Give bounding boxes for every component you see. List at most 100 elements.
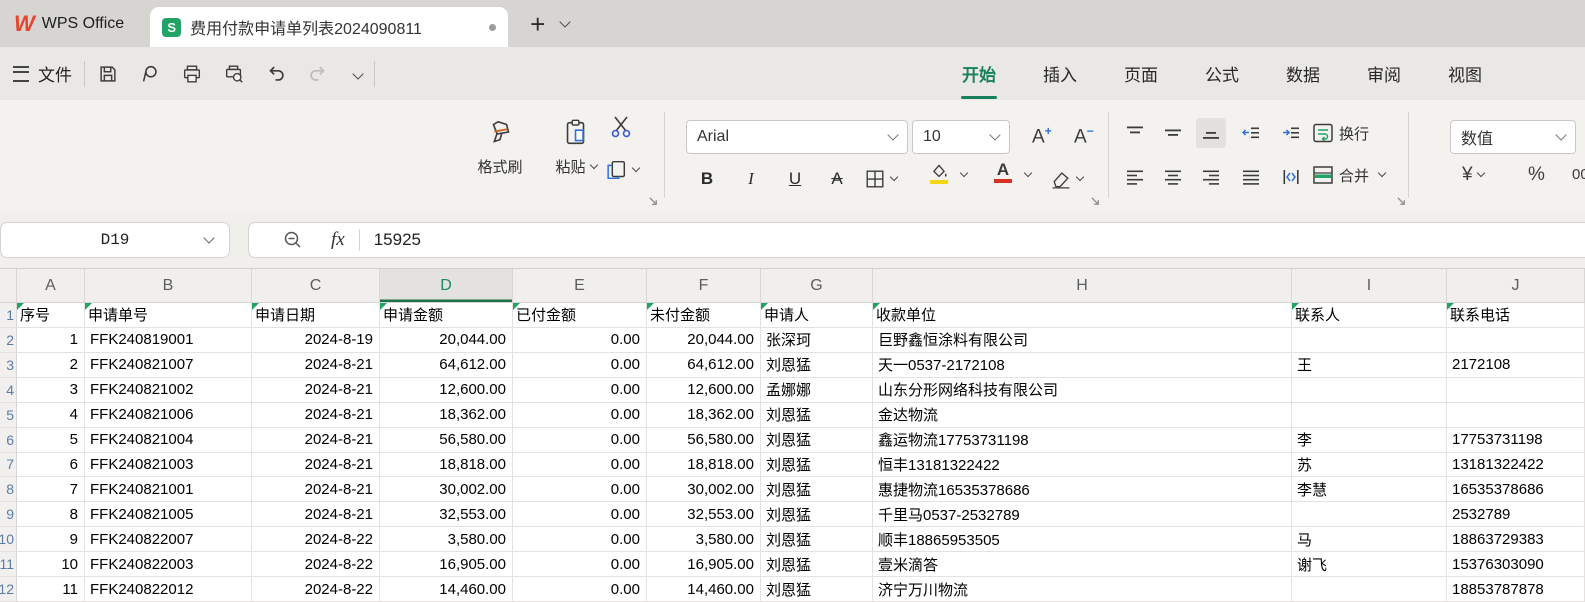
cell[interactable]: 64,612.00 [380,353,513,377]
cell[interactable]: 壹米滴答 [873,552,1292,576]
cell[interactable]: FFK240822007 [85,527,252,551]
row-header[interactable]: 9 [0,502,17,526]
comma-style-button[interactable]: 00 [1572,166,1585,184]
underline-button[interactable]: U [780,164,810,194]
cell[interactable]: 刘恩猛 [761,453,873,477]
strikethrough-button[interactable]: A [822,164,852,194]
cell[interactable]: 序号 [17,303,85,327]
cell[interactable]: 苏 [1292,453,1447,477]
cell[interactable]: 2024-8-19 [252,328,380,352]
cell[interactable]: 2 [17,353,85,377]
cell[interactable]: 申请人 [761,303,873,327]
cell[interactable]: 联系人 [1292,303,1447,327]
cell[interactable]: 18,818.00 [380,453,513,477]
font-color-chevron-icon[interactable] [1024,169,1032,177]
column-header[interactable]: C [252,269,380,302]
toolbar-more-chevron-icon[interactable] [352,68,363,79]
cell[interactable]: 李慧 [1292,477,1447,501]
cell[interactable]: 收款单位 [873,303,1292,327]
column-header[interactable]: H [873,269,1292,302]
cell[interactable]: 张深珂 [761,328,873,352]
cell[interactable]: 4 [17,403,85,427]
cell[interactable] [1447,403,1585,427]
cell[interactable]: 64,612.00 [647,353,761,377]
cell[interactable]: 56,580.00 [647,428,761,452]
merge-cells-button[interactable]: 合并 [1312,164,1385,186]
cell[interactable]: 18,362.00 [647,403,761,427]
cell[interactable]: 9 [17,527,85,551]
cell[interactable]: 20,044.00 [647,328,761,352]
wrap-text-button[interactable]: 换行 [1312,122,1369,144]
cell[interactable]: 刘恩猛 [761,502,873,526]
document-tab[interactable]: S 费用付款申请单列表2024090811 [150,7,508,47]
cell[interactable]: 2024-8-22 [252,527,380,551]
cell[interactable]: FFK240821005 [85,502,252,526]
cell[interactable]: 天一0537-2172108 [873,353,1292,377]
cell[interactable]: 11 [17,577,85,601]
merge-chevron-icon[interactable] [1378,169,1386,177]
borders-chevron-icon[interactable] [890,173,898,181]
redo-button[interactable] [307,63,329,85]
ribbon-tab[interactable]: 插入 [1043,61,1077,86]
cell[interactable]: 13181322422 [1447,453,1585,477]
cell[interactable]: 山东分形网络科技有限公司 [873,378,1292,402]
cell[interactable]: 刘恩猛 [761,527,873,551]
cell[interactable]: 王 [1292,353,1447,377]
number-format-combo[interactable]: 数值 [1450,120,1576,154]
justify-button[interactable] [1236,162,1266,192]
cell[interactable]: 0.00 [513,353,647,377]
italic-button[interactable]: I [736,164,766,194]
font-name-chevron-icon[interactable] [887,129,898,140]
cell[interactable]: 14,460.00 [380,577,513,601]
cell[interactable]: 3,580.00 [647,527,761,551]
cell[interactable]: 刘恩猛 [761,428,873,452]
save-button[interactable] [97,63,119,85]
cell[interactable]: 1 [17,328,85,352]
cell[interactable]: 16,905.00 [647,552,761,576]
align-bottom-button[interactable] [1196,118,1226,148]
cell[interactable]: 14,460.00 [647,577,761,601]
cell[interactable]: 32,553.00 [380,502,513,526]
cell[interactable]: 申请金额 [380,303,513,327]
cell[interactable]: 0.00 [513,577,647,601]
row-header[interactable]: 5 [0,403,17,427]
column-header[interactable]: F [647,269,761,302]
row-header[interactable]: 10 [0,527,17,551]
name-box-chevron-icon[interactable] [203,232,214,243]
column-header[interactable]: G [761,269,873,302]
row-header[interactable]: 8 [0,477,17,501]
ribbon-tab[interactable]: 视图 [1448,61,1482,86]
cell[interactable]: 0.00 [513,552,647,576]
row-header[interactable]: 2 [0,328,17,352]
cell[interactable]: 3,580.00 [380,527,513,551]
percent-button[interactable]: % [1528,164,1545,186]
cell[interactable] [1292,577,1447,601]
dialog-launcher-icon[interactable] [1090,196,1101,207]
column-header[interactable]: B [85,269,252,302]
cell[interactable]: 惠捷物流16535378686 [873,477,1292,501]
row-header[interactable]: 4 [0,378,17,402]
cell[interactable]: 未付金额 [647,303,761,327]
copy-chevron-icon[interactable] [632,164,640,172]
cell[interactable]: 17753731198 [1447,428,1585,452]
cell[interactable]: 金达物流 [873,403,1292,427]
formula-input[interactable]: fx 15925 [248,222,1585,258]
cell[interactable]: 李 [1292,428,1447,452]
row-header[interactable]: 11 [0,552,17,576]
cell[interactable]: 3 [17,378,85,402]
cell[interactable]: FFK240821003 [85,453,252,477]
paste-button[interactable]: 粘贴 [546,110,606,177]
cell[interactable]: 18,818.00 [647,453,761,477]
cell[interactable]: 申请日期 [252,303,380,327]
row-header[interactable]: 7 [0,453,17,477]
font-size-chevron-icon[interactable] [989,129,1000,140]
cell[interactable]: 恒丰13181322422 [873,453,1292,477]
cell[interactable]: 刘恩猛 [761,577,873,601]
undo-button[interactable] [265,63,287,85]
column-header[interactable]: D [380,269,513,302]
cell[interactable]: 刘恩猛 [761,552,873,576]
decrease-font-button[interactable]: A− [1074,124,1094,148]
cell[interactable]: 12,600.00 [647,378,761,402]
ribbon-tab[interactable]: 数据 [1286,61,1320,86]
new-tab-button[interactable]: + [530,14,545,34]
